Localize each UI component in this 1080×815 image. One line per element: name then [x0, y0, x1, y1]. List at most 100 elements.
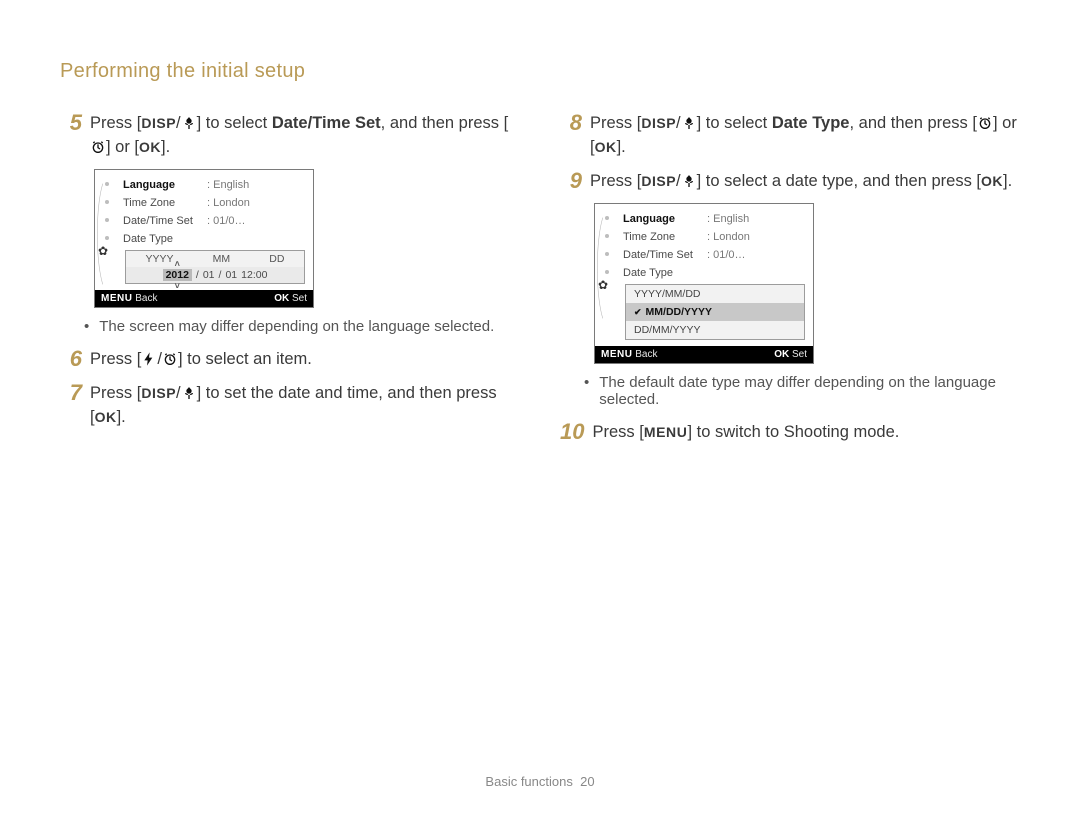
- text: ] to switch to Shooting mode.: [687, 423, 899, 441]
- text: Press [: [90, 384, 141, 402]
- page-footer: Basic functions 20: [0, 774, 1080, 789]
- note-list: • The default date type may differ depend…: [584, 374, 1020, 408]
- hdr-month: MM: [213, 253, 231, 265]
- row-language: Language : English: [623, 210, 807, 228]
- set-label: Set: [792, 349, 807, 360]
- content-columns: 5 Press [DISP/] to select Date/Time Set,…: [60, 111, 1020, 454]
- row-datetype: Date Type: [123, 230, 307, 248]
- menu-icon: MENU: [644, 424, 688, 440]
- hdr-day: DD: [269, 253, 284, 265]
- screen-footer: MENU Back OK Set: [95, 290, 313, 307]
- text: ].: [161, 138, 170, 156]
- screen-side-nav: ✿: [95, 170, 121, 290]
- text: Press [: [590, 114, 641, 132]
- ok-icon: OK: [981, 173, 1003, 189]
- option-dd-mm-yyyy: DD/MM/YYYY: [626, 321, 804, 339]
- spinner-values: 2012 / 01 / 01 12:00: [126, 267, 304, 283]
- value: : London: [707, 231, 750, 243]
- note-list: •The screen may differ depending on the …: [84, 318, 520, 335]
- step-number: 9: [560, 169, 582, 193]
- step-number: 7: [60, 381, 82, 405]
- footer-back: MENU Back: [601, 349, 657, 360]
- disp-icon: DISP: [141, 385, 176, 401]
- option-mm-dd-yyyy: MM/DD/YYYY: [626, 303, 804, 321]
- footer-set: OK Set: [774, 349, 807, 360]
- label: Date/Time Set: [623, 249, 707, 261]
- step-text: Press [/] to select an item.: [90, 347, 520, 371]
- disp-icon: DISP: [641, 173, 676, 189]
- value: : 01/0…: [207, 215, 246, 227]
- step-9: 9 Press [DISP/] to select a date type, a…: [560, 169, 1020, 193]
- nav-dot: [605, 252, 609, 256]
- footer-page-number: 20: [580, 774, 594, 789]
- row-datetimeset: Date/Time Set : 01/0…: [123, 212, 307, 230]
- bullet-icon: •: [84, 318, 89, 335]
- value: : London: [207, 197, 250, 209]
- macro-icon: [181, 115, 197, 131]
- screen-side-nav: ✿: [595, 204, 621, 346]
- nav-dot: [605, 216, 609, 220]
- step-8: 8 Press [DISP/] to select Date Type, and…: [560, 111, 1020, 159]
- selftimer-icon: [162, 351, 178, 367]
- set-label: Set: [292, 293, 307, 304]
- step-5: 5 Press [DISP/] to select Date/Time Set,…: [60, 111, 520, 159]
- macro-icon: [681, 115, 697, 131]
- step-text: Press [DISP/] to select Date/Time Set, a…: [90, 111, 520, 159]
- arc-decor: [597, 208, 621, 328]
- right-column: 8 Press [DISP/] to select Date Type, and…: [560, 111, 1020, 454]
- footer-back: MENU Back: [101, 293, 157, 304]
- nav-dot: [105, 236, 109, 240]
- row-timezone: Time Zone : London: [123, 194, 307, 212]
- nav-dot: [605, 234, 609, 238]
- text: ] to select: [197, 114, 272, 132]
- left-column: 5 Press [DISP/] to select Date/Time Set,…: [60, 111, 520, 454]
- label: Date Type: [123, 233, 207, 245]
- manual-page: Performing the initial setup 5 Press [DI…: [0, 0, 1080, 815]
- nav-dot: [105, 182, 109, 186]
- step-number: 6: [60, 347, 82, 371]
- label: Language: [623, 213, 707, 225]
- back-label: Back: [635, 349, 657, 360]
- label: Time Zone: [623, 231, 707, 243]
- arc-decor: [97, 174, 121, 294]
- note-text: The default date type may differ dependi…: [599, 374, 1020, 408]
- note: •The screen may differ depending on the …: [84, 318, 520, 335]
- screen-body: ✿ Language : English Time Zone : London …: [595, 204, 813, 346]
- hdr-year: YYYY: [146, 253, 174, 265]
- label-date-time-set: Date/Time Set: [272, 114, 381, 132]
- label: Date/Time Set: [123, 215, 207, 227]
- nav-dot: [605, 270, 609, 274]
- text: ].: [617, 138, 626, 156]
- text: ].: [1003, 172, 1012, 190]
- macro-icon: [181, 385, 197, 401]
- month-value: 01: [203, 269, 215, 281]
- ok-icon: OK: [139, 139, 161, 155]
- gear-icon: ✿: [98, 244, 108, 258]
- step-10: 10 Press [MENU] to switch to Shooting mo…: [560, 420, 1020, 444]
- step-text: Press [MENU] to switch to Shooting mode.: [592, 420, 1020, 444]
- sep: /: [196, 269, 199, 281]
- bullet-icon: •: [584, 374, 589, 408]
- macro-icon: [681, 173, 697, 189]
- nav-dot: [105, 200, 109, 204]
- text: , and then press [: [381, 114, 509, 132]
- step-number: 10: [560, 420, 584, 444]
- text: ] to select a date type, and then press …: [697, 172, 981, 190]
- step-text: Press [DISP/] to select Date Type, and t…: [590, 111, 1020, 159]
- text: Press [: [592, 423, 643, 441]
- label: Language: [123, 179, 207, 191]
- note: • The default date type may differ depend…: [584, 374, 1020, 408]
- value: : English: [207, 179, 249, 191]
- row-timezone: Time Zone : London: [623, 228, 807, 246]
- selftimer-icon: [90, 139, 106, 155]
- text: Press [: [590, 172, 641, 190]
- row-language: Language : English: [123, 176, 307, 194]
- value: : English: [707, 213, 749, 225]
- step-text: Press [DISP/] to select a date type, and…: [590, 169, 1020, 193]
- flash-icon: [141, 351, 157, 367]
- selftimer-icon: [977, 115, 993, 131]
- ok-icon: OK: [274, 293, 289, 304]
- step-number: 5: [60, 111, 82, 135]
- sep: /: [219, 269, 222, 281]
- label: Time Zone: [123, 197, 207, 209]
